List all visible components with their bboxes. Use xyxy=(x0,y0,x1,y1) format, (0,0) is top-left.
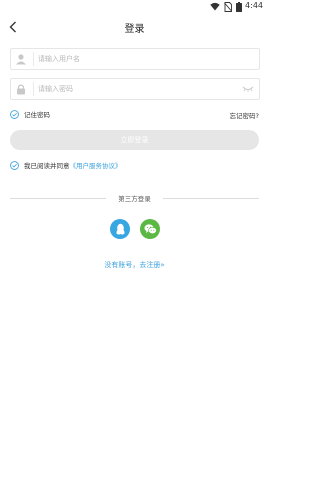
field-divider xyxy=(33,82,34,96)
eye-closed-icon[interactable] xyxy=(242,85,254,93)
register-link[interactable]: 没有账号，去注册» xyxy=(0,260,269,270)
agreement-text: 我已阅读并同意 xyxy=(24,162,70,170)
status-bar: 4:44 xyxy=(0,0,269,14)
username-input[interactable] xyxy=(38,51,238,66)
qq-icon xyxy=(115,223,125,234)
checkbox-checked-icon[interactable] xyxy=(10,160,19,170)
password-input[interactable] xyxy=(38,81,238,96)
remember-password-row[interactable]: 记住密码 xyxy=(10,108,50,120)
wechat-login-button[interactable] xyxy=(140,219,160,239)
no-sim-icon xyxy=(224,2,232,12)
username-field[interactable] xyxy=(10,48,260,70)
third-party-divider: 第三方登录 xyxy=(0,193,269,203)
battery-icon xyxy=(236,2,242,12)
wechat-icon xyxy=(143,223,157,234)
lock-icon xyxy=(17,84,25,95)
remember-password-label: 记住密码 xyxy=(24,111,50,119)
forgot-password-link[interactable]: 忘记密码? xyxy=(230,110,259,120)
page-title: 登录 xyxy=(124,24,145,35)
clock: 4:44 xyxy=(245,1,263,10)
divider-line xyxy=(163,198,259,199)
login-button[interactable]: 立即登录 xyxy=(10,130,259,150)
password-field[interactable] xyxy=(10,78,260,100)
checkbox-checked-icon[interactable] xyxy=(10,109,19,119)
wifi-icon xyxy=(210,2,220,11)
header: 登录 xyxy=(0,14,269,42)
agreement-row[interactable]: 我已阅读并同意 《用户服务协议》 xyxy=(10,159,122,171)
qq-login-button[interactable] xyxy=(110,219,130,239)
field-divider xyxy=(33,52,34,66)
user-agreement-link[interactable]: 《用户服务协议》 xyxy=(70,160,122,170)
user-icon xyxy=(16,54,26,65)
